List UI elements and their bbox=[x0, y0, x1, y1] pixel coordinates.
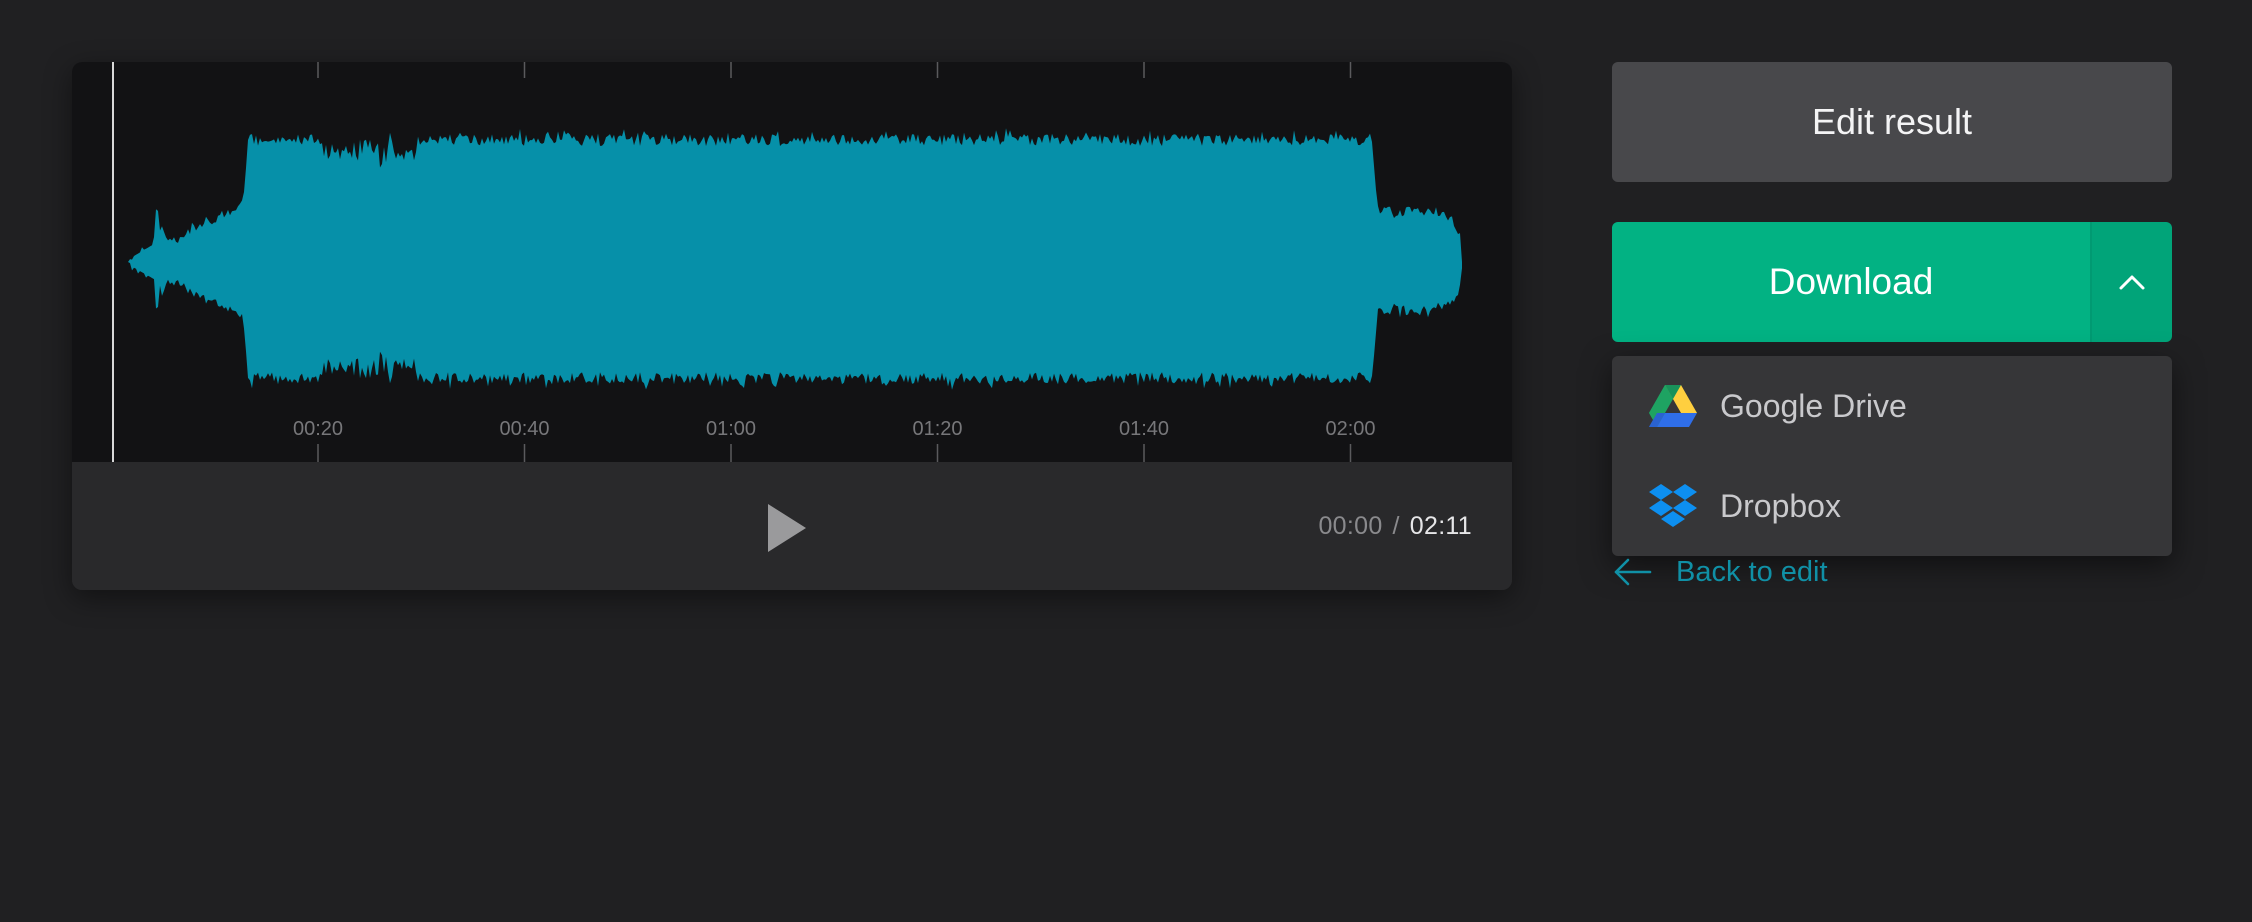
audio-waveform[interactable] bbox=[128, 128, 1462, 390]
waveform-panel[interactable]: 00:20 00:40 01:00 01:20 01:40 02:00 bbox=[72, 62, 1512, 462]
menu-item-dropbox[interactable]: Dropbox bbox=[1612, 456, 2172, 556]
back-to-edit-link[interactable]: Back to edit bbox=[1612, 550, 1828, 594]
chevron-up-icon bbox=[2119, 275, 2145, 290]
back-to-edit-label: Back to edit bbox=[1676, 555, 1828, 588]
menu-item-label: Dropbox bbox=[1720, 487, 1841, 524]
current-time: 00:00 bbox=[1318, 512, 1383, 540]
player-controls: 00:00 / 02:11 bbox=[72, 462, 1512, 590]
download-split-button: Download bbox=[1612, 222, 2172, 342]
arrow-left-icon bbox=[1614, 558, 1652, 586]
dropbox-icon bbox=[1648, 481, 1698, 531]
timeline-tick-label: 01:20 bbox=[912, 418, 962, 440]
download-options-toggle[interactable] bbox=[2090, 222, 2172, 342]
menu-item-google-drive[interactable]: Google Drive bbox=[1612, 356, 2172, 456]
total-duration: 02:11 bbox=[1409, 512, 1472, 540]
play-icon bbox=[768, 504, 806, 552]
waveform-svg[interactable]: 00:20 00:40 01:00 01:20 01:40 02:00 bbox=[72, 62, 1512, 462]
time-readout: 00:00 / 02:11 bbox=[1318, 506, 1472, 546]
timeline-tick-label: 01:00 bbox=[706, 418, 756, 440]
download-button[interactable]: Download bbox=[1612, 222, 2090, 342]
download-destination-menu: Google Drive Dropbox bbox=[1612, 356, 2172, 556]
play-button[interactable] bbox=[760, 502, 812, 554]
menu-item-label: Google Drive bbox=[1720, 387, 1907, 424]
timeline-tick-label: 00:20 bbox=[293, 418, 343, 440]
google-drive-icon bbox=[1648, 381, 1698, 431]
edit-result-button[interactable]: Edit result bbox=[1612, 62, 2172, 182]
timeline-tick-label: 02:00 bbox=[1325, 418, 1375, 440]
time-separator: / bbox=[1392, 512, 1400, 540]
timeline-tick-label: 00:40 bbox=[499, 418, 549, 440]
audio-player: 00:20 00:40 01:00 01:20 01:40 02:00 00:00 / 02:… bbox=[72, 62, 1512, 590]
timeline-tick-label: 01:40 bbox=[1119, 418, 1169, 440]
